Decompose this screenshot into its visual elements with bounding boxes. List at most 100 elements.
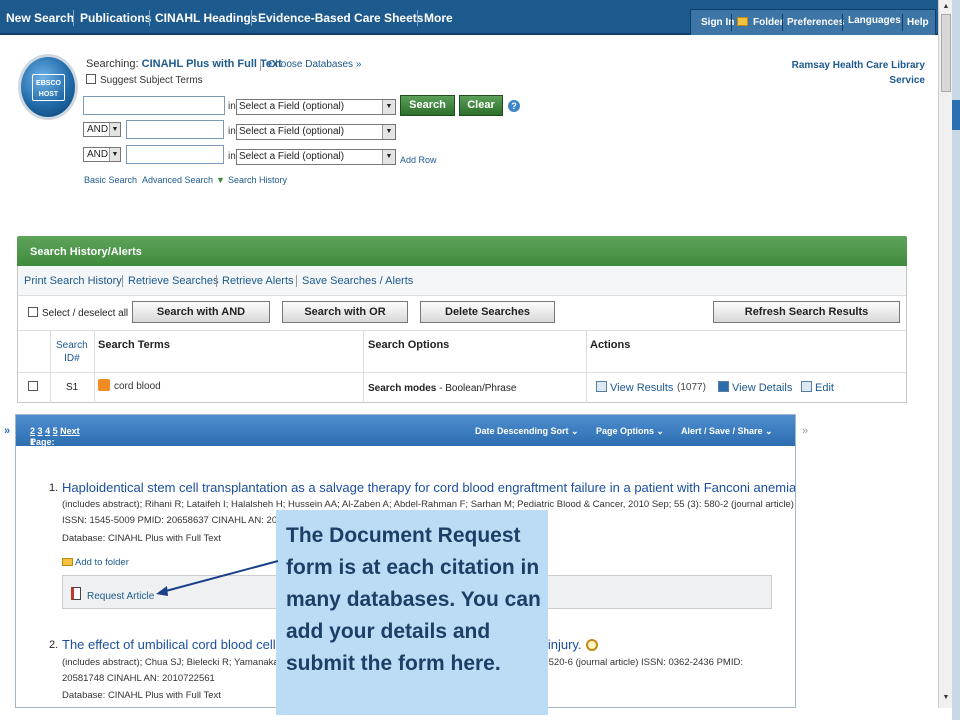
vertical-scrollbar[interactable]: ▲ ▼ (938, 0, 952, 708)
row-checkbox[interactable] (28, 381, 38, 391)
view-details-action[interactable]: View Details (718, 381, 792, 394)
search-id-header-line1: Search (56, 340, 88, 351)
search-input-3[interactable] (126, 145, 224, 164)
boolean-select-3[interactable]: AND ▼ (83, 147, 121, 162)
window-edge (952, 0, 960, 720)
page-1[interactable]: 1 (30, 437, 35, 447)
add-to-folder-label[interactable]: Add to folder (75, 557, 129, 568)
table-row: S1 cord blood Search modes - Boolean/Phr… (18, 372, 906, 402)
in-label: in (228, 101, 236, 112)
view-results-action[interactable]: View Results (596, 381, 673, 394)
delete-searches-button[interactable]: Delete Searches (420, 301, 555, 323)
boolean-select-2-value: AND (87, 124, 109, 135)
page-4[interactable]: 4 (45, 426, 50, 436)
search-id-header-line2: ID# (64, 353, 80, 364)
result-title-text[interactable]: Haploidentical stem cell transplantation… (62, 480, 795, 495)
in-label: in (228, 151, 236, 162)
suggest-subject-terms-label: Suggest Subject Terms (100, 75, 203, 86)
pagination: Page: 1 2 3 4 5 Next (30, 426, 80, 447)
scrollbar-thumb[interactable] (941, 14, 951, 92)
result-identifiers: ISSN: 1545-5009 PMID: 20658637 CINAHL AN… (62, 515, 288, 526)
nav-new-search[interactable]: New Search (6, 11, 74, 25)
boolean-select-2[interactable]: AND ▼ (83, 122, 121, 137)
field-select-2[interactable]: Select a Field (optional) ▼ (236, 124, 396, 140)
page-3[interactable]: 3 (38, 426, 43, 436)
choose-databases-link[interactable]: Choose Databases » (268, 59, 361, 70)
search-button[interactable]: Search (400, 95, 455, 116)
view-results-link[interactable]: View Results (610, 382, 673, 394)
callout-text: The Document Request form is at each cit… (286, 524, 541, 675)
result-identifiers: 20581748 CINAHL AN: 2010722561 (62, 673, 215, 684)
add-row-link[interactable]: Add Row (400, 155, 437, 165)
print-search-history-link[interactable]: Print Search History (24, 275, 122, 287)
refresh-search-results-button[interactable]: Refresh Search Results (713, 301, 900, 323)
search-with-and-button[interactable]: Search with AND (132, 301, 270, 323)
result-citation-end: .520-6 (journal article) ISSN: 0362-2436… (546, 657, 743, 668)
select-all-checkbox[interactable] (28, 307, 38, 317)
document-request-icon[interactable] (71, 587, 81, 600)
expand-right-panel-icon[interactable]: » (802, 425, 808, 437)
preview-magnifier-icon[interactable] (585, 639, 598, 651)
select-deselect-all[interactable]: Select / deselect all (28, 307, 128, 319)
languages-link[interactable]: Languages (848, 15, 901, 26)
search-input-2[interactable] (126, 120, 224, 139)
folder-link[interactable]: Folder (753, 17, 784, 28)
suggest-subject-terms[interactable]: Suggest Subject Terms (86, 74, 203, 86)
user-tools-bar: Sign In Folder Preferences Languages Hel… (690, 9, 936, 35)
search-id-header[interactable]: Search ID# (56, 339, 88, 365)
result-title-link[interactable]: The effect of umbilical cord blood cells… (62, 637, 293, 652)
nav-publications[interactable]: Publications (80, 11, 151, 25)
page-options-dropdown[interactable]: Page Options ⌄ (596, 426, 664, 437)
retrieve-alerts-link[interactable]: Retrieve Alerts (222, 275, 294, 287)
nav-separator (417, 10, 418, 26)
edit-link[interactable]: Edit (815, 382, 834, 394)
search-input-1[interactable] (83, 96, 225, 115)
rss-icon[interactable] (98, 379, 110, 391)
preferences-link[interactable]: Preferences (787, 17, 844, 28)
help-icon[interactable]: ? (508, 100, 520, 112)
result-title-link[interactable]: Haploidentical stem cell transplantation… (62, 480, 795, 495)
search-id: S1 (66, 382, 79, 393)
field-select-3[interactable]: Select a Field (optional) ▼ (236, 149, 396, 165)
ebsco-host-logo[interactable]: EBSCO HOST (18, 54, 78, 120)
field-select-2-value: Select a Field (optional) (239, 126, 345, 137)
tools-separator (902, 14, 903, 31)
page-5[interactable]: 5 (53, 426, 58, 436)
suggest-subject-terms-checkbox[interactable] (86, 74, 96, 84)
scroll-down-arrow-icon[interactable]: ▼ (941, 693, 951, 703)
retrieve-searches-link[interactable]: Retrieve Searches (128, 275, 219, 287)
nav-evidence-based-care-sheets[interactable]: Evidence-Based Care Sheets (258, 11, 423, 25)
basic-search-link[interactable]: Basic Search (84, 175, 137, 185)
advanced-search-link[interactable]: Advanced Search (142, 175, 213, 185)
clear-button[interactable]: Clear (459, 95, 503, 116)
field-select-1[interactable]: Select a Field (optional) ▼ (236, 99, 396, 115)
scroll-up-arrow-icon[interactable]: ▲ (941, 2, 951, 12)
nav-more[interactable]: More (424, 11, 453, 25)
view-details-link[interactable]: View Details (732, 382, 792, 394)
expand-left-panel-icon[interactable]: » (4, 425, 10, 437)
library-name: Ramsay Health Care Library Service (792, 58, 925, 88)
alert-save-share-dropdown[interactable]: Alert / Save / Share ⌄ (681, 426, 773, 437)
search-history-header[interactable]: Search History/Alerts (17, 236, 907, 266)
sign-in-link[interactable]: Sign In (701, 17, 734, 28)
sort-dropdown[interactable]: Date Descending Sort ⌄ (475, 426, 579, 437)
search-terms-text: cord blood (114, 381, 161, 392)
request-article-link[interactable]: Request Article (87, 591, 154, 602)
result-number: 2. (49, 639, 59, 651)
search-history-link[interactable]: Search History (228, 175, 287, 185)
add-to-folder-link[interactable]: Add to folder (62, 557, 129, 568)
top-navigation-bar: New Search Publications CINAHL Headings … (0, 0, 938, 35)
field-select-3-value: Select a Field (optional) (239, 151, 345, 162)
result-citation: (includes abstract); Chua SJ; Bielecki R… (62, 657, 289, 668)
result-database: Database: CINAHL Plus with Full Text (62, 533, 221, 544)
search-options-cell: Search modes - Boolean/Phrase (368, 383, 516, 394)
help-link[interactable]: Help (907, 17, 929, 28)
edit-action[interactable]: Edit (801, 381, 834, 394)
nav-cinahl-headings[interactable]: CINAHL Headings (155, 11, 257, 25)
nav-separator (149, 10, 150, 26)
search-with-or-button[interactable]: Search with OR (282, 301, 408, 323)
next-page-link[interactable]: Next (60, 426, 80, 436)
chevron-down-icon: ▼ (382, 150, 395, 164)
page-2[interactable]: 2 (30, 426, 35, 436)
save-searches-alerts-link[interactable]: Save Searches / Alerts (302, 275, 413, 287)
